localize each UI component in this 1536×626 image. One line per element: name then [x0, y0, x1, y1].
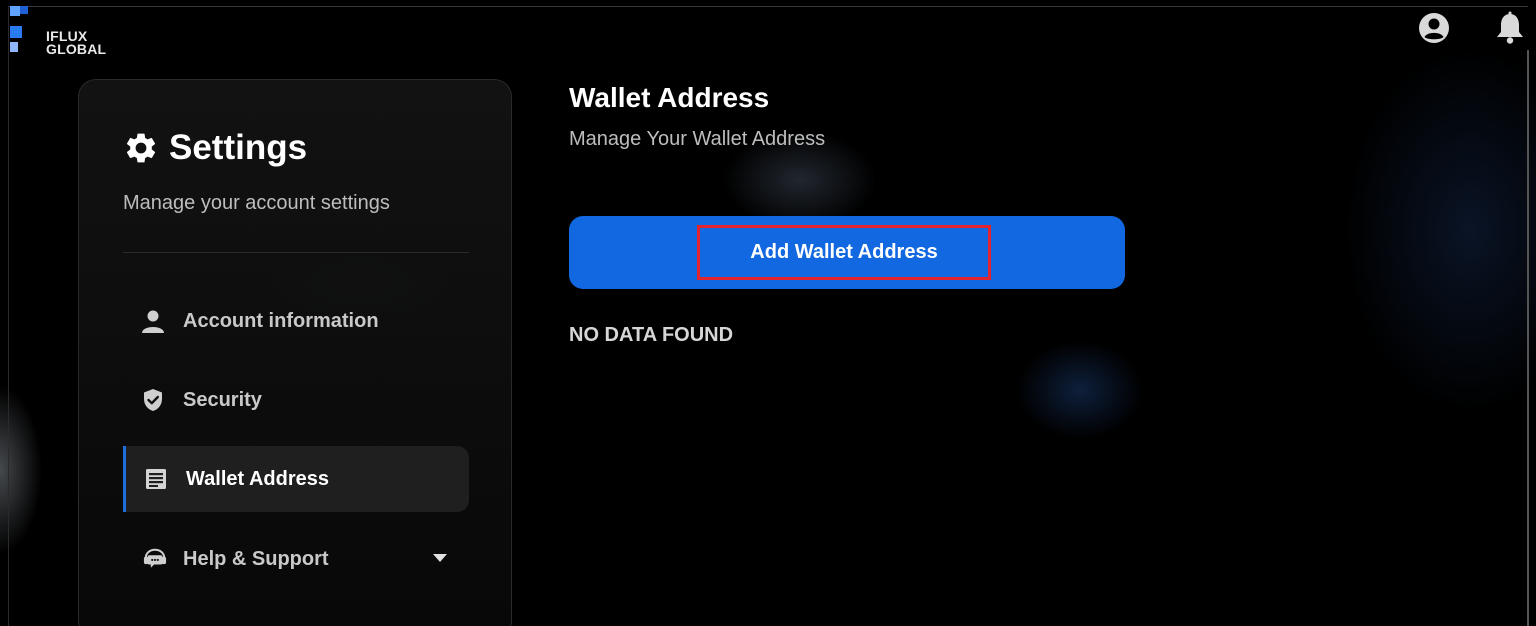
- page-subtitle: Manage Your Wallet Address: [569, 128, 826, 150]
- sidebar-item-label: Help & Support: [183, 547, 329, 570]
- brand-line-2: GLOBAL: [46, 41, 107, 57]
- sidebar-item-label: Wallet Address: [186, 467, 329, 490]
- person-icon: [141, 309, 165, 333]
- logo-mark-square: [10, 6, 20, 16]
- settings-subtitle: Manage your account settings: [123, 192, 390, 214]
- brand-name: IFLUX GLOBAL: [46, 29, 107, 57]
- add-wallet-address-button[interactable]: Add Wallet Address: [569, 216, 1125, 289]
- page-title: Wallet Address: [569, 82, 770, 113]
- sidebar-item-security[interactable]: Security: [123, 367, 469, 433]
- settings-title: Settings: [169, 128, 308, 167]
- sidebar-item-label: Security: [183, 388, 262, 411]
- brand-logo[interactable]: IFLUX GLOBAL: [8, 4, 138, 60]
- window-left-border: [8, 6, 9, 626]
- gear-icon: [126, 133, 156, 163]
- chevron-down-icon[interactable]: [433, 554, 447, 562]
- support-chat-icon: [143, 547, 167, 571]
- shield-icon: [141, 388, 165, 412]
- scrollbar[interactable]: [1527, 50, 1529, 626]
- divider: [123, 252, 469, 253]
- logo-mark-square: [10, 26, 22, 38]
- window-top-border: [8, 6, 1528, 7]
- add-wallet-address-label: Add Wallet Address: [750, 241, 938, 263]
- logo-mark-square: [10, 42, 18, 52]
- notifications-button[interactable]: [1492, 10, 1528, 46]
- empty-state-text: NO DATA FOUND: [569, 324, 734, 346]
- logo-mark-square: [20, 6, 28, 14]
- settings-heading: Settings: [123, 128, 307, 168]
- sidebar-item-account-information[interactable]: Account information: [123, 288, 469, 354]
- profile-button[interactable]: [1416, 10, 1452, 46]
- wallet-list-icon: [144, 467, 168, 491]
- sidebar-item-help-support[interactable]: Help & Support: [123, 526, 469, 592]
- sidebar-item-wallet-address[interactable]: Wallet Address: [123, 446, 469, 512]
- highlight-box: Add Wallet Address: [697, 225, 991, 280]
- sidebar-item-label: Account information: [183, 309, 379, 332]
- bell-icon: [1497, 11, 1523, 44]
- settings-sidebar: Settings Manage your account settings Ac…: [78, 79, 512, 626]
- account-circle-icon: [1419, 13, 1449, 43]
